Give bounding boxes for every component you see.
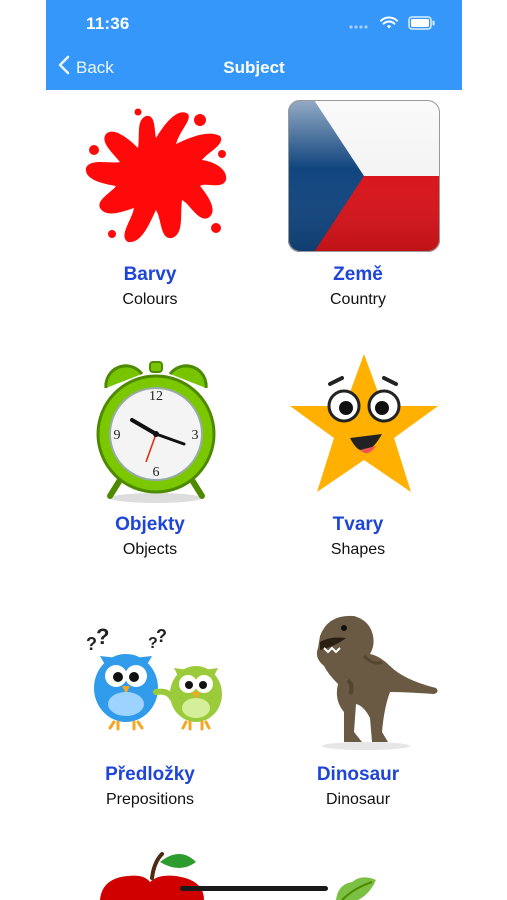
page-title: Subject (223, 58, 285, 77)
status-time: 11:36 (86, 14, 130, 33)
tile-subtitle: Objects (122, 541, 178, 558)
tile-dinosaur[interactable]: Dinosaur Dinosaur (254, 590, 462, 840)
navigation-bar: 11:36 Back Subject (46, 0, 462, 90)
tile-subtitle: Dinosaur (325, 791, 391, 808)
svg-text:?: ? (96, 624, 109, 649)
czech-flag-icon (284, 96, 444, 256)
svg-text:9: 9 (114, 428, 121, 443)
tile-objects[interactable]: 12 3 6 9 Objekty Objects (46, 340, 254, 590)
tile-subtitle: Prepositions (105, 791, 195, 808)
leaf-icon (332, 874, 382, 900)
dinosaur-icon (284, 596, 444, 756)
tile-title: Dinosaur (316, 764, 400, 785)
alarm-clock-icon: 12 3 6 9 (76, 346, 236, 506)
tile-title: Barvy (123, 264, 177, 285)
tile-subtitle: Colours (122, 291, 178, 308)
tile-colours[interactable]: Barvy Colours (46, 90, 254, 340)
tile-next-right[interactable] (254, 840, 462, 900)
signal-icon (348, 17, 370, 35)
tile-shapes[interactable]: Tvary Shapes (254, 340, 462, 590)
star-icon (284, 346, 444, 506)
tile-next-left[interactable] (46, 840, 254, 900)
tile-subtitle: Shapes (330, 541, 386, 558)
tile-title: Země (333, 264, 383, 285)
subject-grid: Barvy Colours Země Country 12 3 6 9 Obje… (46, 90, 462, 900)
apple-icon (92, 852, 212, 900)
tile-title: Předložky (105, 764, 195, 785)
home-indicator[interactable] (180, 886, 328, 891)
tile-title: Tvary (332, 514, 384, 535)
wifi-icon (380, 16, 398, 35)
svg-text:?: ? (156, 626, 167, 646)
tile-prepositions[interactable]: ? ? ? ? Předložky Prepositions (46, 590, 254, 840)
svg-text:3: 3 (192, 428, 199, 443)
screen: 11:36 Back Subject Barvy Colours Země Co… (0, 0, 507, 900)
tile-title: Objekty (115, 514, 185, 535)
tile-country[interactable]: Země Country (254, 90, 462, 340)
tile-subtitle: Country (329, 291, 387, 308)
status-icons (348, 16, 436, 35)
owls-icon: ? ? ? ? (76, 596, 236, 756)
battery-icon (408, 16, 436, 35)
paint-splash-icon (76, 96, 236, 256)
svg-text:12: 12 (149, 389, 163, 404)
svg-text:6: 6 (153, 465, 160, 480)
